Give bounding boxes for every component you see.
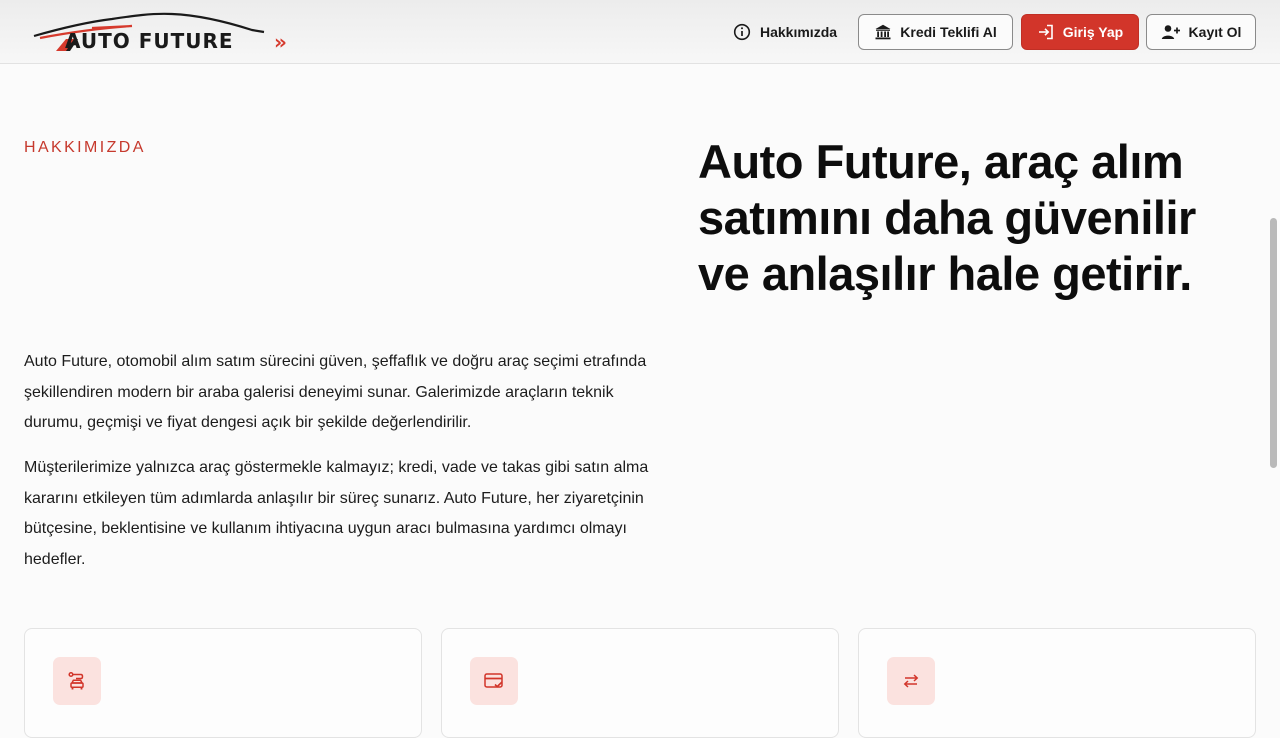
credit-card-check-icon [470,657,518,705]
login-button[interactable]: Giriş Yap [1021,14,1139,50]
car-route-icon [53,657,101,705]
credit-offer-button-label: Kredi Teklifi Al [900,24,997,40]
register-button-label: Kayıt Ol [1188,24,1242,40]
feature-card-3 [858,628,1256,738]
nav-link-about-label: Hakkımızda [760,24,838,40]
top-navbar: AUTO FUTURE » Hakkımızda Kredi Teklifi A… [0,0,1280,64]
credit-offer-button[interactable]: Kredi Teklifi Al [858,14,1013,50]
login-icon [1037,23,1055,41]
feature-card-2 [441,628,839,738]
swap-arrows-icon [887,657,935,705]
page-headline: Auto Future, araç alım satımını daha güv… [698,135,1196,300]
page-scrollbar[interactable] [1270,218,1277,468]
about-paragraph-1: Auto Future, otomobil alım satım sürecin… [24,353,647,431]
register-button[interactable]: Kayıt Ol [1146,14,1256,50]
logo-text: AUTO FUTURE [65,29,234,53]
feature-card-1 [24,628,422,738]
nav-link-about[interactable]: Hakkımızda [733,21,837,43]
info-circle-icon [733,23,751,41]
bank-icon [874,23,892,41]
about-paragraph-2: Müşterilerimize yalnızca araç göstermekl… [24,459,649,568]
login-button-label: Giriş Yap [1062,24,1124,40]
logo-arrows: » [274,30,287,54]
add-user-icon [1161,23,1181,41]
section-eyebrow: HAKKIMIZDA [24,139,146,156]
auto-future-logo[interactable]: AUTO FUTURE » [32,10,302,56]
